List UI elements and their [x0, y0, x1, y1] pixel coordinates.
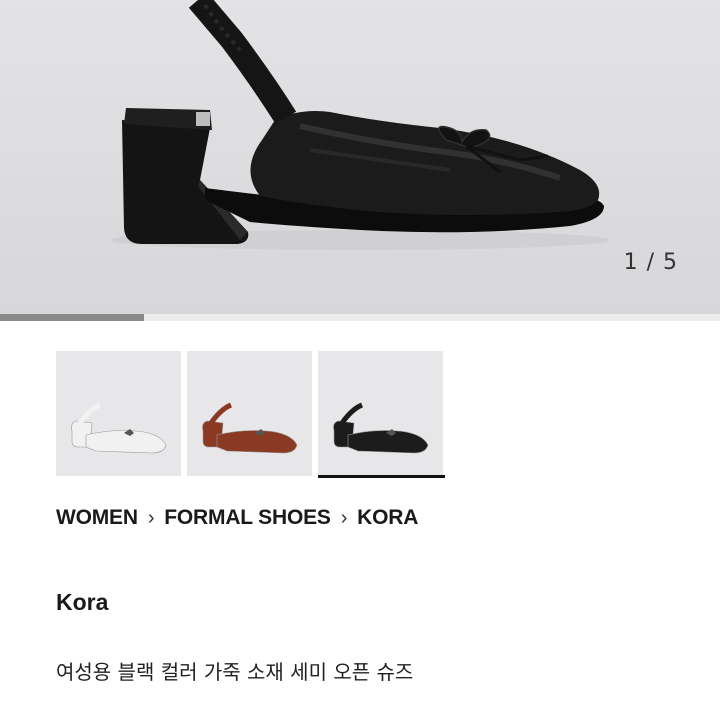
product-page: 1 / 5 WOMEN › FORMAL SHOES › KORA Kora 여…: [0, 0, 720, 720]
thumbnail-brown[interactable]: [187, 351, 312, 476]
product-image-gallery[interactable]: 1 / 5: [0, 0, 720, 314]
color-thumbnails: [56, 351, 445, 478]
gallery-progress-track: [0, 314, 720, 321]
thumbnail-white[interactable]: [56, 351, 181, 476]
chevron-right-icon: ›: [340, 506, 348, 529]
gallery-progress-fill: [0, 314, 144, 321]
breadcrumb-formal-shoes[interactable]: FORMAL SHOES: [164, 506, 331, 530]
image-counter: 1 / 5: [623, 250, 678, 275]
breadcrumb-women[interactable]: WOMEN: [56, 506, 138, 530]
white-shoe-thumbnail: [71, 402, 167, 454]
product-title: Kora: [56, 589, 109, 615]
thumbnail-black[interactable]: [318, 351, 445, 478]
breadcrumb-kora[interactable]: KORA: [357, 506, 418, 530]
black-slingback-shoe-photo: [110, 0, 610, 250]
breadcrumb: WOMEN › FORMAL SHOES › KORA: [56, 506, 418, 530]
brown-shoe-thumbnail: [202, 402, 298, 454]
black-shoe-thumbnail: [333, 402, 429, 454]
chevron-right-icon: ›: [147, 506, 155, 529]
product-description: 여성용 블랙 컬러 가죽 소재 세미 오픈 슈즈: [56, 660, 414, 684]
